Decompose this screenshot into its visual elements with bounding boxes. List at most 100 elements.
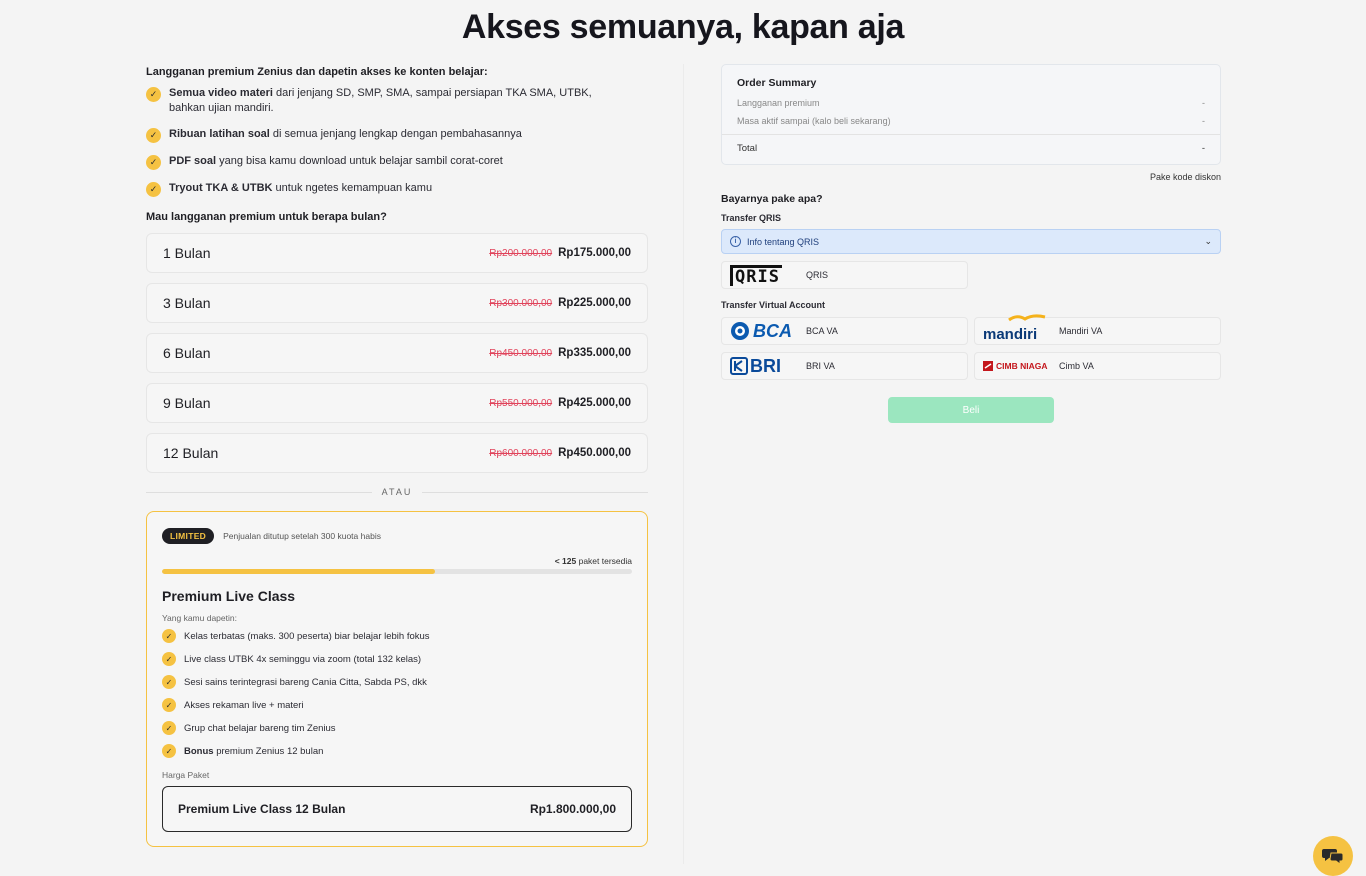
order-summary-title: Order Summary <box>737 77 817 89</box>
plan-price: Rp225.000,00 <box>558 297 631 309</box>
plan-option-9-months[interactable]: 9 Bulan Rp550.000,00 Rp425.000,00 <box>146 383 648 423</box>
payment-option-bri[interactable]: BRI BRI VA <box>721 352 968 380</box>
info-icon: i <box>730 236 741 247</box>
check-icon: ✓ <box>162 744 176 758</box>
benefit-text: yang bisa kamu download untuk belajar sa… <box>216 155 503 167</box>
benefit-text: untuk ngetes kemampuan kamu <box>272 182 433 194</box>
cimb-logo: CIMB NIAGA <box>983 361 1051 371</box>
plan-option-12-months[interactable]: 12 Bulan Rp600.000,00 Rp450.000,00 <box>146 433 648 473</box>
check-icon: ✓ <box>162 629 176 643</box>
plan-name: 9 Bulan <box>163 395 211 411</box>
stock-remaining: < 125 paket tersedia <box>554 556 632 566</box>
package-price: Rp1.800.000,00 <box>529 802 616 816</box>
payment-option-label: BCA VA <box>806 326 838 336</box>
page-title: Akses semuanya, kapan aja <box>461 8 905 46</box>
payment-question: Bayarnya pake apa? <box>721 193 823 205</box>
plan-original-price: Rp600.000,00 <box>489 447 553 459</box>
plan-option-3-months[interactable]: 3 Bulan Rp300.000,00 Rp225.000,00 <box>146 283 648 323</box>
live-class-card: LIMITED Penjualan ditutup setelah 300 ku… <box>146 511 648 847</box>
payment-option-cimb[interactable]: CIMB NIAGA Cimb VA <box>974 352 1221 380</box>
plan-name: 12 Bulan <box>163 445 219 461</box>
summary-row-active-until: Masa aktif sampai (kalo beli sekarang) - <box>737 116 1205 126</box>
qris-info-label: Info tentang QRIS <box>747 236 820 247</box>
benefit-bold: PDF soal <box>169 155 217 167</box>
chat-button[interactable] <box>1313 836 1353 876</box>
check-icon: ✓ <box>162 698 176 712</box>
features-intro: Yang kamu dapetin: <box>162 613 237 623</box>
live-class-title: Premium Live Class <box>162 588 296 604</box>
qris-logo: QRIS <box>730 264 798 286</box>
bri-emblem-icon <box>730 357 748 375</box>
benefit-text-line2: bahkan ujian mandiri. <box>169 102 274 114</box>
payment-option-label: Mandiri VA <box>1059 326 1103 336</box>
plan-option-6-months[interactable]: 6 Bulan Rp450.000,00 Rp335.000,00 <box>146 333 648 373</box>
benefit-bold: Ribuan latihan soal <box>169 128 270 140</box>
live-class-package-option[interactable]: Premium Live Class 12 Bulan Rp1.800.000,… <box>162 786 632 832</box>
payment-option-qris[interactable]: QRIS QRIS <box>721 261 968 289</box>
feature-item: ✓ Sesi sains terintegrasi bareng Cania C… <box>162 675 632 689</box>
check-icon: ✓ <box>146 155 161 170</box>
feature-item: ✓ Live class UTBK 4x seminggu via zoom (… <box>162 652 632 666</box>
package-price-label: Harga Paket <box>162 770 210 780</box>
package-name: Premium Live Class 12 Bulan <box>178 802 346 816</box>
plan-original-price: Rp200.000,00 <box>489 247 553 259</box>
benefit-item: ✓ Semua video materi dari jenjang SD, SM… <box>146 86 648 116</box>
order-summary: Order Summary Langganan premium - Masa a… <box>721 64 1221 165</box>
bca-logo: BCA <box>730 321 798 342</box>
summary-total: Total - <box>737 143 1205 154</box>
plan-original-price: Rp300.000,00 <box>489 297 553 309</box>
benefit-text: di semua jenjang lengkap dengan pembahas… <box>269 128 522 140</box>
plan-name: 3 Bulan <box>163 295 211 311</box>
plans-column: Langganan premium Zenius dan dapetin aks… <box>146 64 649 847</box>
cimb-emblem-icon <box>983 361 993 371</box>
benefit-bold: Tryout TKA & UTBK <box>169 182 273 194</box>
chat-icon <box>1322 849 1344 865</box>
discount-code-link[interactable]: Pake kode diskon <box>721 172 1221 182</box>
benefit-text: dari jenjang SD, SMP, SMA, sampai persia… <box>272 87 592 99</box>
checkout-column: Order Summary Langganan premium - Masa a… <box>721 64 1221 423</box>
stock-progress-fill <box>162 569 435 574</box>
plan-original-price: Rp550.000,00 <box>489 397 553 409</box>
payment-option-mandiri[interactable]: mandiri Mandiri VA <box>974 313 1221 345</box>
benefit-item: ✓ Tryout TKA & UTBK untuk ngetes kemampu… <box>146 181 648 197</box>
check-icon: ✓ <box>146 128 161 143</box>
plan-name: 6 Bulan <box>163 345 211 361</box>
payment-option-label: QRIS <box>806 270 829 280</box>
payment-option-bca[interactable]: BCA BCA VA <box>721 317 968 345</box>
benefit-item: ✓ Ribuan latihan soal di semua jenjang l… <box>146 127 648 143</box>
check-icon: ✓ <box>162 675 176 689</box>
plan-price: Rp450.000,00 <box>558 447 631 459</box>
payment-option-label: Cimb VA <box>1059 361 1094 371</box>
plan-option-1-month[interactable]: 1 Bulan Rp200.000,00 Rp175.000,00 <box>146 233 648 273</box>
check-icon: ✓ <box>146 87 161 102</box>
benefits-intro: Langganan premium Zenius dan dapetin aks… <box>146 66 488 78</box>
qris-info-accordion[interactable]: i Info tentang QRIS ⌄ <box>721 229 1221 254</box>
payment-option-label: BRI VA <box>806 361 835 371</box>
plan-price: Rp175.000,00 <box>558 247 631 259</box>
feature-item: ✓ Akses rekaman live + materi <box>162 698 632 712</box>
mandiri-logo: mandiri <box>983 313 1051 343</box>
plans-question: Mau langganan premium untuk berapa bulan… <box>146 211 387 223</box>
column-divider <box>683 64 684 864</box>
check-icon: ✓ <box>146 182 161 197</box>
limited-note: Penjualan ditutup setelah 300 kuota habi… <box>223 531 381 541</box>
plan-name: 1 Bulan <box>163 245 211 261</box>
limited-badge: LIMITED <box>162 528 215 544</box>
plan-original-price: Rp450.000,00 <box>489 347 553 359</box>
va-options-grid: BCA BCA VA mandiri Mandiri VA BRI BRI VA… <box>721 313 1221 387</box>
va-group-label: Transfer Virtual Account <box>721 300 826 310</box>
benefit-item: ✓ PDF soal yang bisa kamu download untuk… <box>146 154 648 170</box>
plan-price: Rp425.000,00 <box>558 397 631 409</box>
or-divider: ATAU <box>146 487 649 497</box>
feature-item: ✓ Grup chat belajar bareng tim Zenius <box>162 721 632 735</box>
qris-group-label: Transfer QRIS <box>721 213 782 223</box>
benefit-bold: Semua video materi <box>169 87 273 99</box>
plan-price: Rp335.000,00 <box>558 347 631 359</box>
check-icon: ✓ <box>162 721 176 735</box>
bca-emblem-icon <box>731 322 749 340</box>
stock-progress-bar <box>162 569 632 574</box>
mandiri-wave-icon <box>1008 313 1046 321</box>
buy-button[interactable]: Beli <box>888 397 1054 423</box>
chevron-down-icon: ⌄ <box>1204 236 1212 246</box>
bri-logo: BRI <box>730 356 798 377</box>
